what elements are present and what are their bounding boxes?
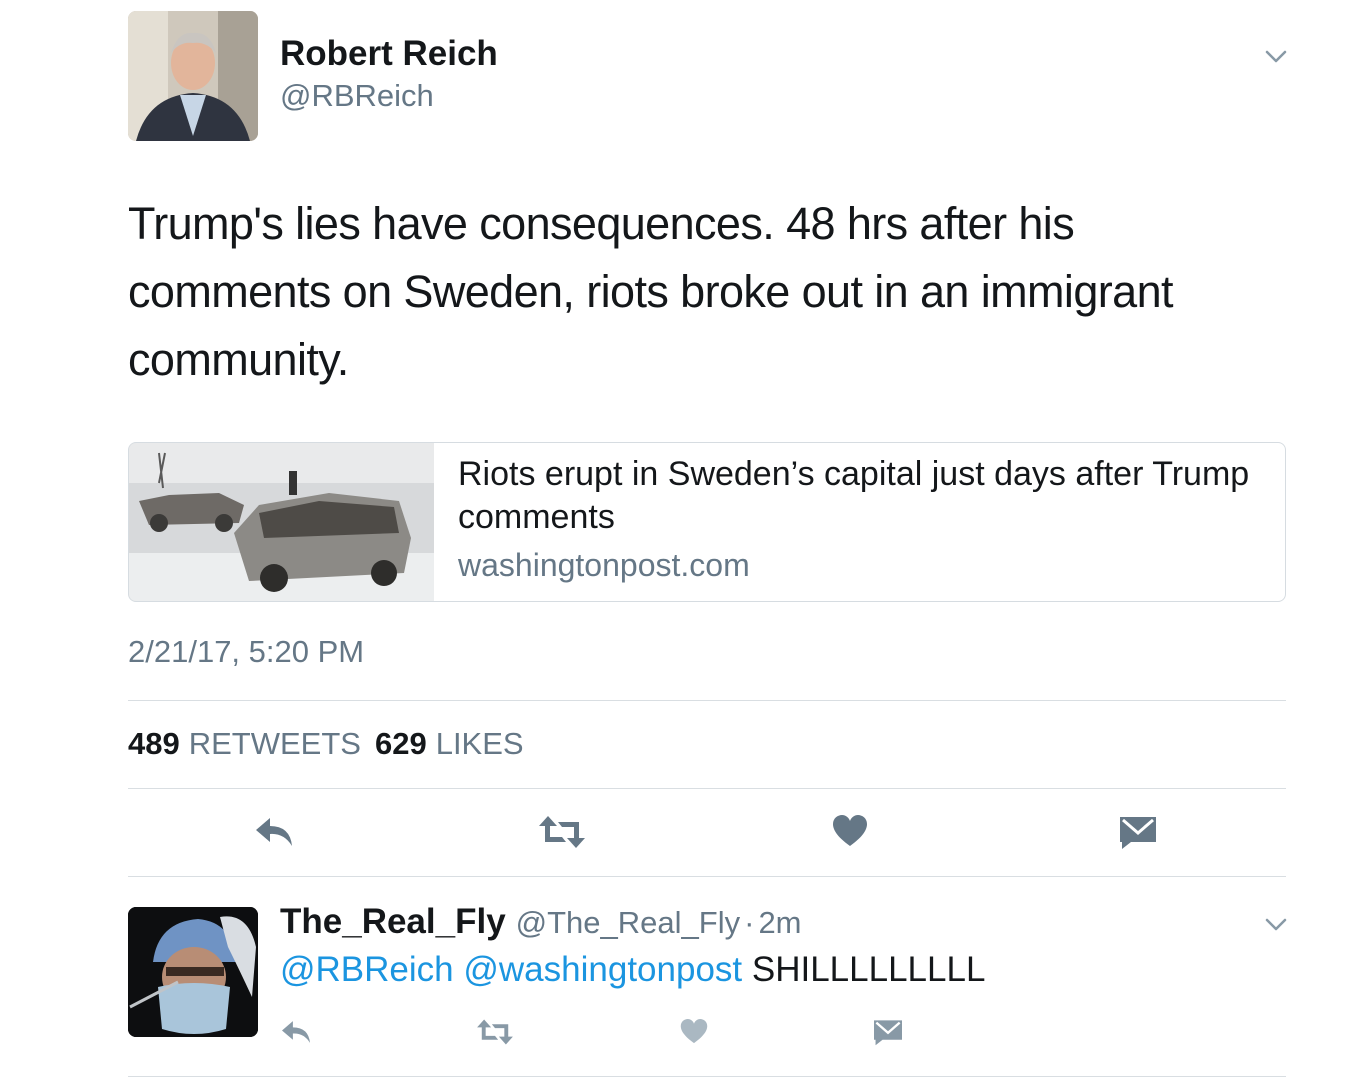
reply-button[interactable] bbox=[254, 814, 294, 850]
reply-author-avatar[interactable] bbox=[128, 907, 258, 1037]
reply-author-handle[interactable]: @The_Real_Fly bbox=[516, 905, 740, 940]
chevron-down-icon bbox=[1265, 918, 1287, 931]
retweet-button[interactable] bbox=[476, 1018, 514, 1046]
divider bbox=[128, 788, 1286, 789]
retweets-count: 489 bbox=[128, 726, 180, 761]
retweet-icon bbox=[477, 1019, 513, 1045]
direct-message-icon bbox=[1120, 817, 1156, 849]
reply-icon bbox=[282, 1021, 310, 1043]
message-button[interactable] bbox=[1118, 814, 1158, 850]
mention-link[interactable]: @RBReich bbox=[280, 950, 454, 989]
reply-author-name[interactable]: The_Real_Fly bbox=[280, 902, 506, 941]
retweet-button[interactable] bbox=[538, 814, 586, 850]
like-button[interactable] bbox=[680, 1018, 708, 1045]
chevron-down-icon bbox=[1265, 50, 1287, 63]
divider bbox=[128, 1076, 1286, 1077]
reply-header: The_Real_Fly @The_Real_Fly · 2m bbox=[280, 902, 802, 942]
reply-button[interactable] bbox=[280, 1018, 312, 1046]
tweet-timestamp: 2/21/17, 5:20 PM bbox=[128, 634, 365, 669]
tweet-options-button[interactable] bbox=[1264, 44, 1288, 73]
link-card[interactable]: Riots erupt in Sweden’s capital just day… bbox=[128, 442, 1286, 602]
mention-link[interactable]: @washingtonpost bbox=[463, 950, 742, 989]
author-name[interactable]: Robert Reich bbox=[280, 34, 498, 74]
heart-icon bbox=[833, 815, 867, 846]
retweets-stat[interactable]: 489 RETWEETS bbox=[128, 726, 375, 761]
heart-icon bbox=[680, 1019, 708, 1044]
divider bbox=[128, 700, 1286, 701]
burned-cars-photo-icon bbox=[129, 443, 434, 601]
reply-text: @RBReich @washingtonpost SHILLLLLLLLL bbox=[280, 950, 985, 990]
tweet-stats: 489 RETWEETS 629 LIKES bbox=[128, 726, 538, 762]
tweet-text: Trump's lies have consequences. 48 hrs a… bbox=[128, 198, 1174, 385]
likes-count: 629 bbox=[374, 726, 427, 761]
retweet-icon bbox=[539, 816, 585, 848]
retweets-label: RETWEETS bbox=[188, 726, 361, 761]
profile-photo-icon bbox=[128, 11, 258, 141]
reply-separator: · bbox=[744, 905, 755, 940]
card-domain: washingtonpost.com bbox=[458, 547, 750, 583]
likes-label: LIKES bbox=[435, 726, 524, 761]
reply-options-button[interactable] bbox=[1264, 912, 1288, 941]
profile-photo-icon bbox=[128, 907, 258, 1037]
likes-stat[interactable]: 629 LIKES bbox=[375, 726, 538, 761]
reply-time[interactable]: 2m bbox=[758, 905, 801, 940]
reply-icon bbox=[256, 818, 292, 846]
like-button[interactable] bbox=[832, 814, 868, 848]
card-image bbox=[129, 443, 434, 601]
direct-message-icon bbox=[874, 1020, 902, 1046]
message-button[interactable] bbox=[872, 1018, 904, 1046]
author-avatar[interactable] bbox=[128, 11, 258, 141]
reply-body: SHILLLLLLLLL bbox=[751, 950, 986, 989]
author-handle[interactable]: @RBReich bbox=[280, 78, 434, 114]
card-title: Riots erupt in Sweden’s capital just day… bbox=[458, 455, 1250, 536]
divider bbox=[128, 876, 1286, 877]
